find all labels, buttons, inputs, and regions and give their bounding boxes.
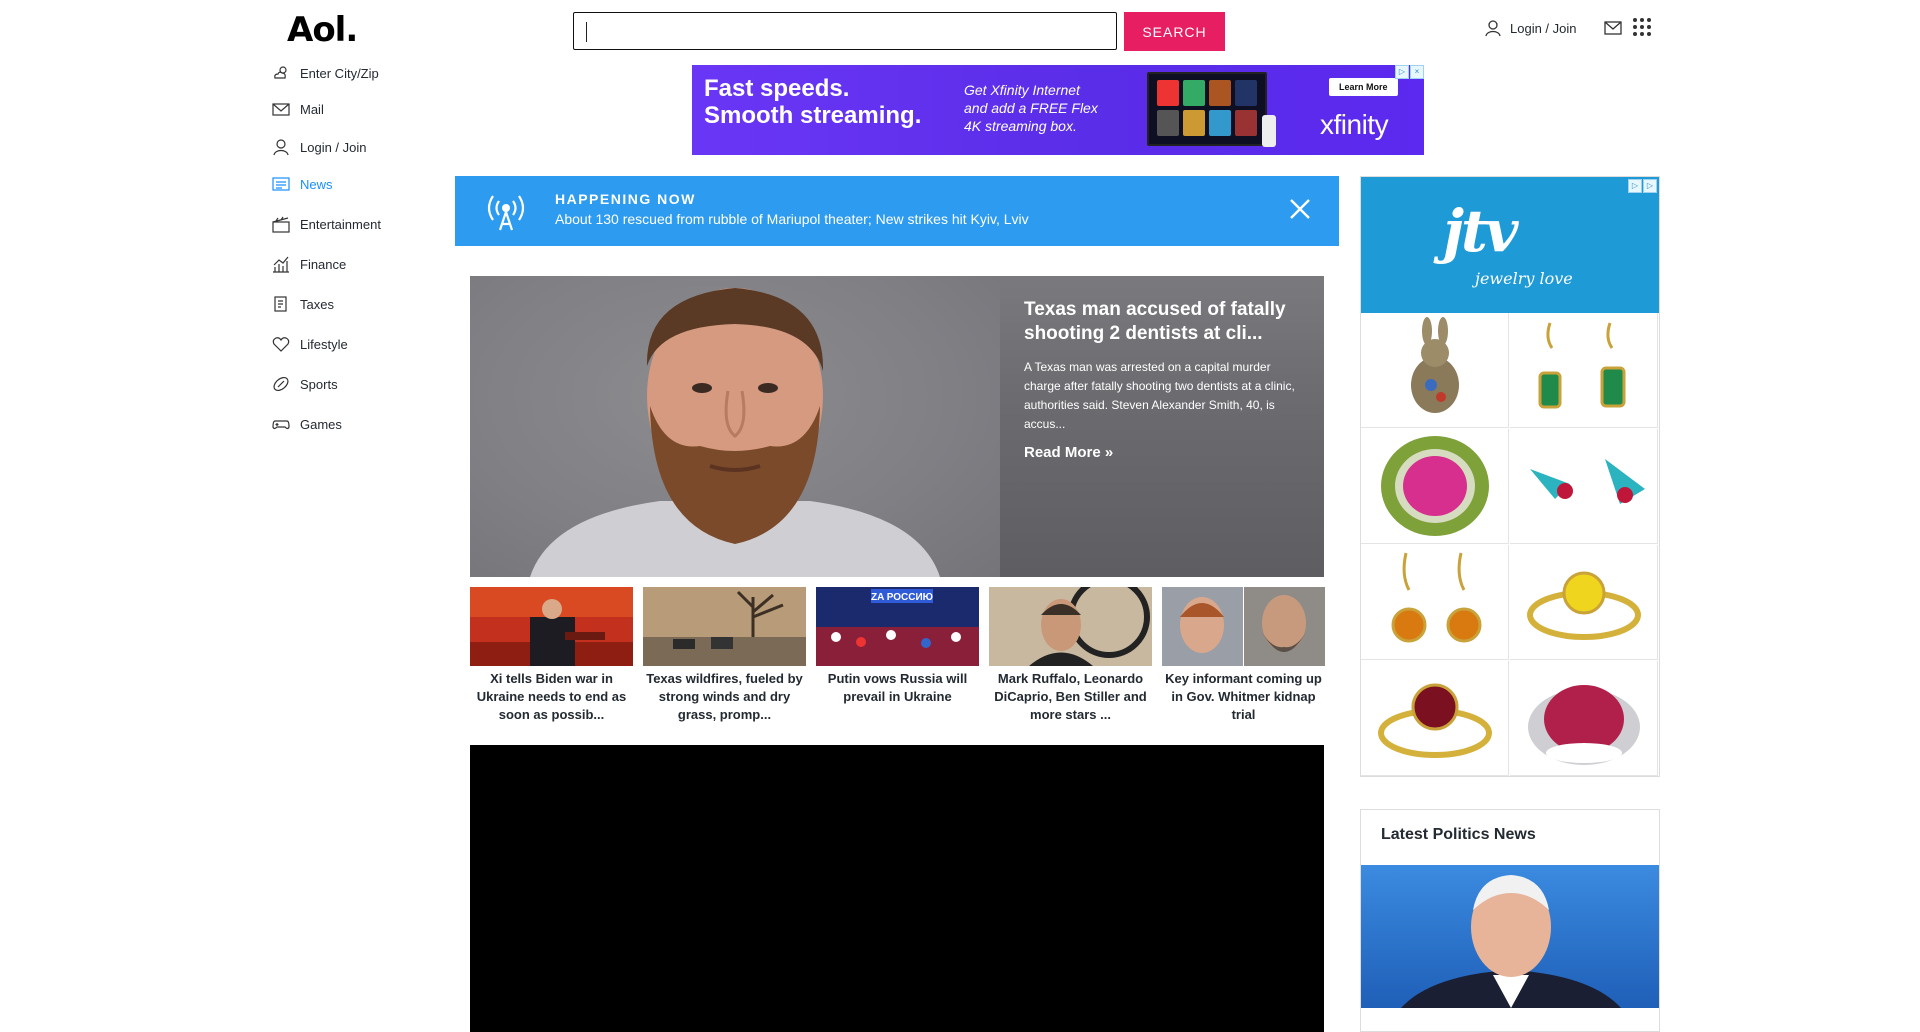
search-button[interactable]: SEARCH (1124, 12, 1225, 51)
weather-icon (274, 66, 287, 79)
document-icon (274, 296, 287, 312)
jewelry-image-rabbit-brooch[interactable] (1361, 313, 1509, 428)
nav-item-games[interactable]: Games (272, 415, 342, 433)
nav-label: Mail (300, 101, 324, 117)
nav-item-news[interactable]: News (272, 175, 333, 193)
nav-item-finance[interactable]: Finance (272, 255, 346, 273)
jewelry-image-hummingbird-earrings[interactable] (1510, 429, 1658, 544)
nav-item-entertainment[interactable]: Entertainment (272, 215, 381, 233)
header-login-label: Login / Join (1510, 20, 1577, 36)
ad-subtext-line: 4K streaming box. (964, 118, 1077, 134)
xfinity-ad-banner[interactable]: Fast speeds. Smooth streaming. Get Xfini… (692, 65, 1424, 155)
politics-card-title[interactable]: Latest Politics News (1381, 826, 1536, 844)
nav-label: News (300, 176, 333, 192)
mugshot-illustration (530, 288, 940, 577)
nav-label: Finance (300, 256, 347, 272)
story-thumb-image[interactable] (643, 587, 806, 666)
ad-learn-more-button[interactable]: Learn More (1329, 78, 1398, 96)
hero-title[interactable]: Texas man accused of fatally shooting 2 … (1024, 298, 1304, 346)
heart-icon (272, 337, 290, 352)
hero-story[interactable]: Texas man accused of fatally shooting 2 … (470, 276, 1324, 577)
jtv-ad-banner[interactable]: jtv jewelry love ▷ ▷ (1361, 177, 1659, 313)
jtv-logo: jtv (1443, 197, 1519, 265)
ad-brand-logo: xfinity (1320, 109, 1389, 140)
nav-item-mail[interactable]: Mail (272, 100, 324, 118)
nav-label: Games (300, 416, 342, 432)
nav-label: Login / Join (300, 139, 367, 155)
read-more-link[interactable]: Read More » (1024, 444, 1113, 461)
story-thumb[interactable]: Texas wildfires, fueled by strong winds … (643, 587, 806, 724)
story-thumb-image[interactable] (1162, 587, 1325, 666)
jtv-tagline: jewelry love (1475, 269, 1573, 288)
story-thumb[interactable]: Key informant coming up in Gov. Whitmer … (1162, 587, 1325, 724)
jtv-ad[interactable]: jtv jewelry love ▷ ▷ (1360, 176, 1660, 777)
story-thumb[interactable]: ZA РОССИЮ Putin vows Russia will prevail… (816, 587, 979, 706)
nav-label: Taxes (300, 296, 334, 312)
header-login[interactable]: Login / Join (1484, 18, 1577, 38)
football-icon (273, 376, 289, 392)
nav-item-taxes[interactable]: Taxes (272, 295, 334, 313)
nav-label: Enter City/Zip (300, 65, 379, 81)
nav-item-login[interactable]: Login / Join (272, 138, 367, 156)
thumb-overlay-text: ZA РОССИЮ (871, 592, 933, 603)
close-icon[interactable] (1289, 198, 1311, 220)
story-thumb-caption[interactable]: Key informant coming up in Gov. Whitmer … (1162, 670, 1325, 724)
story-thumb[interactable]: Mark Ruffalo, Leonardo DiCaprio, Ben Sti… (989, 587, 1152, 724)
jewelry-image-ruby-silver-ring[interactable] (1510, 661, 1658, 776)
story-thumb[interactable]: Xi tells Biden war in Ukraine needs to e… (470, 587, 633, 724)
ad-headline-line: Fast speeds. (704, 75, 850, 102)
ad-streaming-box-image (1262, 115, 1276, 147)
mail-icon[interactable] (1604, 21, 1622, 35)
jewelry-image-emerald-earrings[interactable] (1510, 313, 1658, 428)
broadcast-icon (487, 195, 525, 231)
user-icon (1485, 20, 1501, 37)
nav-label: Sports (300, 376, 338, 392)
nav-label: Lifestyle (300, 336, 348, 352)
hero-text-panel: Texas man accused of fatally shooting 2 … (1000, 276, 1324, 577)
story-thumb-caption[interactable]: Mark Ruffalo, Leonardo DiCaprio, Ben Sti… (989, 670, 1152, 724)
clapperboard-icon (272, 216, 290, 233)
news-icon (272, 177, 290, 191)
chart-icon (273, 256, 289, 273)
jewelry-image-garnet-ring[interactable] (1361, 661, 1509, 776)
politics-news-card[interactable]: Latest Politics News (1360, 809, 1660, 1032)
story-thumb-caption[interactable]: Putin vows Russia will prevail in Ukrain… (816, 670, 979, 706)
nav-item-weather[interactable]: Enter City/Zip (272, 64, 379, 82)
nav-item-sports[interactable]: Sports (272, 375, 338, 393)
happening-now-banner[interactable]: HAPPENING NOW About 130 rescued from rub… (455, 176, 1339, 246)
hero-summary: A Texas man was arrested on a capital mu… (1024, 360, 1295, 431)
apps-grid-icon[interactable] (1633, 18, 1651, 36)
adchoices-icon[interactable]: ▷ ▷ (1627, 179, 1657, 193)
ad-subtext-line: Get Xfinity Internet (964, 82, 1080, 98)
nav-item-lifestyle[interactable]: Lifestyle (272, 335, 348, 353)
ad-tv-image (1147, 72, 1267, 146)
text-caret (586, 22, 587, 42)
ad-subtext: Get Xfinity Internet and add a FREE Flex… (964, 81, 1124, 135)
ad-headline-line: Smooth streaming. (704, 102, 922, 129)
hero-photo[interactable] (470, 276, 1000, 577)
search-input[interactable] (573, 12, 1117, 50)
mail-icon (272, 103, 290, 116)
jewelry-image-amber-earrings[interactable] (1361, 545, 1509, 660)
story-thumb-image[interactable] (989, 587, 1152, 666)
gamepad-icon (272, 420, 290, 430)
aol-logo[interactable]: Aol. (287, 10, 358, 50)
adchoices-icon[interactable]: ▷ × (1394, 65, 1424, 79)
happening-now-headline[interactable]: About 130 rescued from rubble of Mariupo… (555, 211, 1029, 227)
ad-headline: Fast speeds. Smooth streaming. (704, 75, 944, 129)
ad-subtext-line: and add a FREE Flex (964, 100, 1098, 116)
politics-news-photo[interactable] (1361, 865, 1659, 1008)
story-thumb-image[interactable]: ZA РОССИЮ (816, 587, 979, 666)
jewelry-image-yellow-ring[interactable] (1510, 545, 1658, 660)
happening-now-label: HAPPENING NOW (555, 191, 696, 207)
video-player[interactable] (470, 745, 1324, 1032)
nav-label: Entertainment (300, 216, 381, 232)
story-thumb-caption[interactable]: Xi tells Biden war in Ukraine needs to e… (470, 670, 633, 724)
story-thumb-caption[interactable]: Texas wildfires, fueled by strong winds … (643, 670, 806, 724)
story-thumb-image[interactable] (470, 587, 633, 666)
user-icon (273, 139, 289, 156)
jewelry-image-watermelon-tourmaline[interactable] (1361, 429, 1509, 544)
